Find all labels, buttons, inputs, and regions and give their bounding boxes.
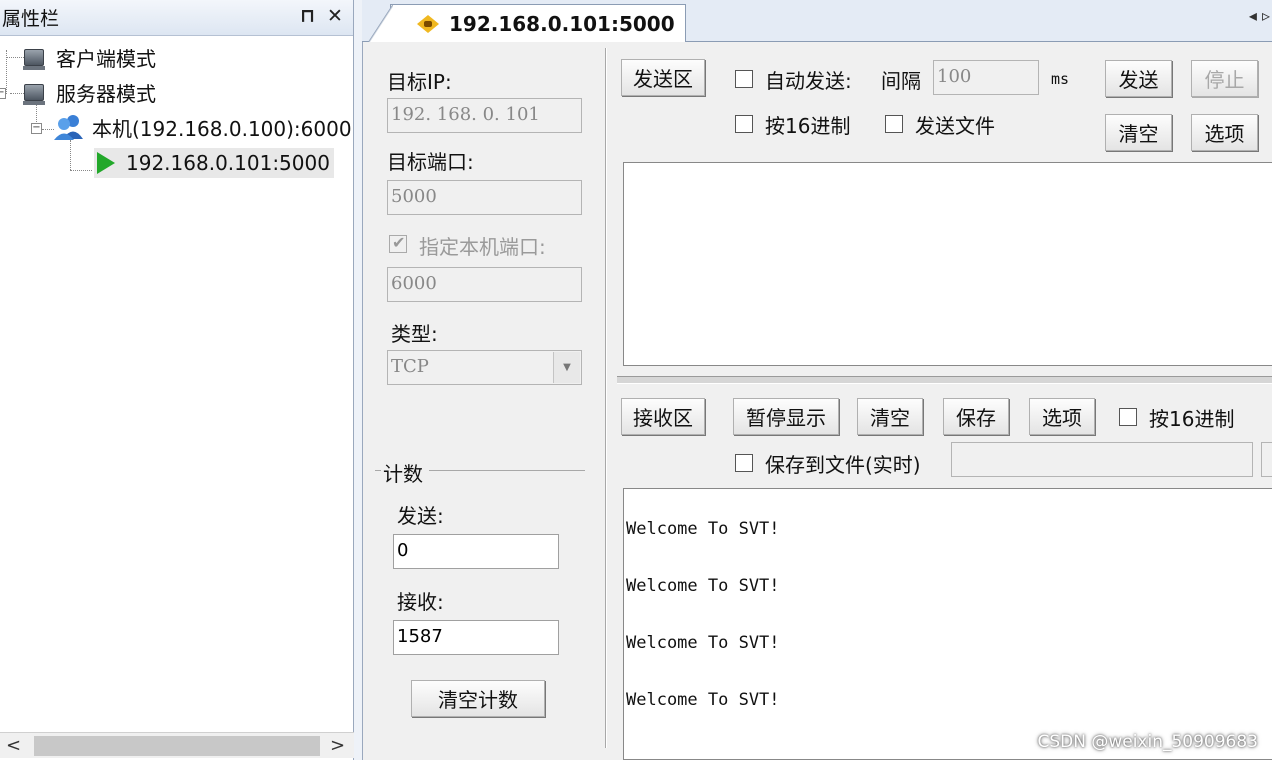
tree-item-connection[interactable]: 192.168.0.101:5000: [94, 148, 334, 178]
save-to-file-label: 保存到文件(实时): [765, 453, 921, 477]
tab-bar: 192.168.0.101:5000 ◂ ▹: [362, 0, 1272, 44]
receive-line: Welcome To SVT!: [626, 690, 780, 710]
type-label: 类型:: [391, 322, 438, 346]
receive-textarea[interactable]: Welcome To SVT! Welcome To SVT! Welcome …: [623, 488, 1272, 760]
tab-scroll-icon[interactable]: ◂ ▹: [1249, 6, 1270, 25]
property-panel: 属性栏 ⊓ ✕ − − 客户端模式 服务器模式 本机(192.168.0.100…: [0, 0, 354, 760]
auto-send-label: 自动发送:: [765, 69, 852, 93]
send-file-label: 发送文件: [915, 114, 995, 138]
send-file-checkbox[interactable]: [885, 115, 903, 133]
tree-expander-local[interactable]: −: [31, 123, 42, 134]
panel-splitter[interactable]: [617, 376, 1272, 384]
interval-field: 100: [933, 60, 1039, 95]
send-textarea[interactable]: [623, 162, 1272, 366]
send-button[interactable]: 发送: [1105, 60, 1172, 97]
receive-line: Welcome To SVT!: [626, 519, 780, 539]
receive-hex-label: 按16进制: [1149, 407, 1235, 431]
type-select: TCP ▼: [387, 350, 582, 385]
check-icon: ✔: [392, 233, 406, 252]
pause-display-button[interactable]: 暂停显示: [733, 398, 839, 435]
target-port-field: 5000: [387, 180, 582, 215]
connection-view: 目标IP: 192. 168. 0. 101 目标端口: 5000 ✔ 指定本机…: [362, 42, 1272, 760]
local-port-check-label: 指定本机端口:: [419, 235, 546, 259]
tree-item-local-host[interactable]: 本机(192.168.0.100):6000: [54, 112, 352, 142]
send-count-field[interactable]: 0: [393, 534, 559, 569]
column-separator: [605, 48, 607, 748]
receive-options-button[interactable]: 选项: [1029, 398, 1095, 435]
tree-item-label: 客户端模式: [56, 46, 156, 71]
tab-connection[interactable]: 192.168.0.101:5000: [367, 4, 686, 44]
recv-count-label: 接收:: [397, 590, 444, 614]
receive-clear-button[interactable]: 清空: [857, 398, 923, 435]
target-ip-label: 目标IP:: [387, 70, 452, 94]
tree-item-client-mode[interactable]: 客户端模式: [23, 42, 156, 72]
property-panel-title: 属性栏: [2, 8, 60, 30]
tree-line: [70, 170, 92, 171]
tree-item-label: 本机(192.168.0.100):6000: [92, 116, 352, 141]
scroll-left-icon[interactable]: <: [6, 735, 21, 756]
receive-line: Welcome To SVT!: [626, 576, 780, 596]
send-area-button[interactable]: 发送区: [621, 59, 705, 96]
local-port-field: 6000: [387, 267, 582, 302]
send-options-button[interactable]: 选项: [1191, 114, 1258, 151]
tree-line: [42, 129, 54, 130]
receive-hex-checkbox[interactable]: [1119, 408, 1137, 426]
chevron-down-icon: ▼: [553, 352, 580, 383]
tree-line: [10, 93, 24, 94]
connection-tab-icon: [417, 15, 439, 33]
tree-line: [70, 140, 71, 170]
users-icon: [54, 115, 83, 140]
scrollbar-thumb[interactable]: [34, 736, 320, 756]
pin-icon[interactable]: ⊓: [300, 5, 315, 27]
clear-count-button[interactable]: 清空计数: [411, 680, 545, 717]
receive-area-button[interactable]: 接收区: [621, 398, 705, 435]
target-port-label: 目标端口:: [387, 150, 474, 174]
local-port-checkbox: ✔: [389, 233, 407, 253]
auto-send-checkbox[interactable]: [735, 70, 753, 88]
interval-label: 间隔: [881, 69, 921, 93]
send-hex-label: 按16进制: [765, 114, 851, 138]
send-hex-checkbox[interactable]: [735, 115, 753, 133]
send-count-label: 发送:: [397, 504, 444, 528]
save-to-file-checkbox[interactable]: [735, 454, 753, 472]
tree-item-server-mode[interactable]: 服务器模式: [23, 77, 156, 107]
receive-line: Welcome To SVT!: [626, 633, 780, 653]
save-file-path-field: [951, 442, 1253, 477]
watermark: CSDN @weixin_50909683: [1037, 732, 1258, 752]
tab-label: 192.168.0.101:5000: [449, 12, 675, 36]
play-icon: [97, 152, 115, 174]
tree-item-label: 服务器模式: [56, 81, 156, 106]
recv-count-field[interactable]: 1587: [393, 620, 559, 655]
type-select-value: TCP: [391, 356, 429, 377]
computer-icon: [23, 83, 45, 105]
tree-expander-server[interactable]: −: [0, 88, 6, 99]
horizontal-scrollbar[interactable]: < >: [0, 732, 354, 758]
stop-button: 停止: [1191, 60, 1258, 97]
target-ip-field: 192. 168. 0. 101: [387, 98, 582, 133]
close-icon[interactable]: ✕: [327, 5, 343, 27]
scroll-right-icon[interactable]: >: [330, 735, 345, 756]
receive-save-button[interactable]: 保存: [943, 398, 1009, 435]
count-group-label: 计数: [381, 458, 429, 487]
computer-icon: [23, 48, 45, 70]
browse-file-button: [1261, 442, 1272, 477]
interval-unit: ms: [1051, 70, 1070, 88]
tree-line: [6, 57, 24, 58]
property-panel-header: 属性栏 ⊓ ✕: [0, 0, 353, 36]
tree-item-label: 192.168.0.101:5000: [126, 151, 330, 175]
send-clear-button[interactable]: 清空: [1105, 114, 1172, 151]
